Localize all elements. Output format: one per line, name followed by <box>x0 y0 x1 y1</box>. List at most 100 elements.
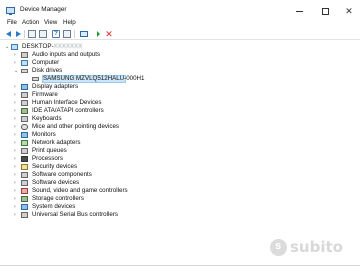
expand-icon[interactable]: › <box>14 131 19 139</box>
ide-controller-icon <box>21 108 28 114</box>
tree-item-network[interactable]: › Network adapters <box>0 139 200 147</box>
maximize-button[interactable] <box>316 4 334 18</box>
storage-controller-icon <box>21 196 28 202</box>
expand-icon[interactable]: › <box>14 155 19 163</box>
processor-icon <box>21 156 28 162</box>
enable-device-icon[interactable] <box>97 31 100 37</box>
expand-icon[interactable]: › <box>14 107 19 115</box>
expand-icon[interactable]: › <box>14 171 19 179</box>
mouse-icon <box>21 124 28 130</box>
tree-root-label: DESKTOP-XXXXXXX <box>22 43 83 50</box>
tree-item-disk-drives[interactable]: ⌄ Disk drives <box>0 67 200 75</box>
menu-file[interactable]: File <box>7 19 17 26</box>
expand-icon[interactable]: › <box>14 179 19 187</box>
tree-item-processors[interactable]: › Processors <box>0 155 200 163</box>
view-resources-icon[interactable] <box>63 30 71 38</box>
sound-icon <box>21 188 28 194</box>
tree-item-label: Monitors <box>32 131 56 138</box>
menu-view[interactable]: View <box>44 19 57 26</box>
tree-item-software-devices[interactable]: › Software devices <box>0 179 200 187</box>
forward-arrow-icon[interactable] <box>14 30 22 38</box>
tree-item-label: Software devices <box>32 179 80 186</box>
expand-icon[interactable]: › <box>14 211 19 219</box>
tree-item-label: Processors <box>32 155 63 162</box>
subito-watermark: subito <box>270 236 360 260</box>
expand-icon[interactable]: › <box>14 83 19 91</box>
expand-icon[interactable]: › <box>14 195 19 203</box>
tree-item-usb[interactable]: › Universal Serial Bus controllers <box>0 211 200 219</box>
minimize-button[interactable] <box>290 4 308 18</box>
monitor-icon[interactable] <box>80 31 88 37</box>
tree-item-label: Display adapters <box>32 83 79 90</box>
close-button[interactable]: ✕ <box>340 4 358 18</box>
collapse-icon[interactable]: ⌄ <box>14 67 19 75</box>
menu-help[interactable]: Help <box>63 19 76 26</box>
expand-icon[interactable]: › <box>14 115 19 123</box>
tree-item-display-adapters[interactable]: › Display adapters <box>0 83 200 91</box>
tree-item-label: Firmware <box>32 91 58 98</box>
tree-item-storage[interactable]: › Storage controllers <box>0 195 200 203</box>
disk-drive-icon <box>21 69 28 73</box>
subito-logo-icon <box>270 239 287 256</box>
tree-item-label: IDE ATA/ATAPI controllers <box>32 107 104 114</box>
menu-action[interactable]: Action <box>22 19 39 26</box>
expand-icon[interactable]: › <box>14 187 19 195</box>
menu-bar: File Action View Help <box>0 18 360 28</box>
tree-item-label: Mice and other pointing devices <box>32 123 120 130</box>
expand-icon[interactable]: › <box>14 91 19 99</box>
tree-item-system-devices[interactable]: › System devices <box>0 203 200 211</box>
tree-root[interactable]: ⌄ DESKTOP-XXXXXXX <box>0 43 200 51</box>
tree-item-software-components[interactable]: › Software components <box>0 171 200 179</box>
tree-item-audio[interactable]: › Audio inputs and outputs <box>0 51 200 59</box>
network-adapter-icon <box>21 140 28 146</box>
expand-icon[interactable]: › <box>14 99 19 107</box>
tree-item-label: System devices <box>32 203 76 210</box>
view-icon[interactable] <box>39 30 47 38</box>
software-device-icon <box>21 180 28 186</box>
hid-icon <box>21 100 28 106</box>
system-device-icon <box>21 204 28 210</box>
tree-item-monitors[interactable]: › Monitors <box>0 131 200 139</box>
tree-item-label: Sound, video and game controllers <box>32 187 128 194</box>
software-component-icon <box>21 172 28 178</box>
toolbar: ? ✕ <box>0 28 360 40</box>
tree-item-label: Human Interface Devices <box>32 99 102 106</box>
expand-icon[interactable]: › <box>14 163 19 171</box>
speaker-icon <box>21 52 28 58</box>
back-arrow-icon[interactable] <box>5 30 13 38</box>
tree-item-sound[interactable]: › Sound, video and game controllers <box>0 187 200 195</box>
tree-item-disk-child[interactable]: SAMSUNG MZVLQ512HALU-000H1 <box>0 75 200 83</box>
computer-icon <box>21 60 28 66</box>
device-tree: ⌄ DESKTOP-XXXXXXX › Audio inputs and out… <box>0 40 360 224</box>
tree-item-label: Computer <box>32 59 60 66</box>
tree-item-computer[interactable]: › Computer <box>0 59 200 67</box>
expand-icon[interactable]: › <box>14 51 19 59</box>
disk-drive-icon <box>32 77 39 81</box>
collapse-icon[interactable]: ⌄ <box>5 43 10 51</box>
expand-icon[interactable]: › <box>14 147 19 155</box>
help-icon[interactable]: ? <box>52 30 60 38</box>
tree-item-hid[interactable]: › Human Interface Devices <box>0 99 200 107</box>
computer-icon <box>11 44 18 50</box>
tree-item-ide[interactable]: › IDE ATA/ATAPI controllers <box>0 107 200 115</box>
toolbar-separator <box>24 30 25 38</box>
window-title: Device Manager <box>20 6 67 13</box>
properties-icon[interactable] <box>28 30 36 38</box>
tree-item-security[interactable]: › Security devices <box>0 163 200 171</box>
tree-item-keyboards[interactable]: › Keyboards <box>0 115 200 123</box>
tree-item-label: Print queues <box>32 147 67 154</box>
tree-item-label: Disk drives <box>32 67 63 74</box>
keyboard-icon <box>21 116 28 122</box>
expand-icon[interactable]: › <box>14 139 19 147</box>
expand-icon[interactable]: › <box>14 59 19 67</box>
watermark-text: subito <box>290 238 343 256</box>
expand-icon[interactable]: › <box>14 203 19 211</box>
tree-item-mice[interactable]: › Mice and other pointing devices <box>0 123 200 131</box>
tree-item-firmware[interactable]: › Firmware <box>0 91 200 99</box>
tree-item-print-queues[interactable]: › Print queues <box>0 147 200 155</box>
uninstall-icon[interactable]: ✕ <box>105 30 113 39</box>
expand-icon[interactable]: › <box>14 123 19 131</box>
device-manager-icon <box>6 7 15 15</box>
tree-item-label: SAMSUNG MZVLQ512HALU-000H1 <box>43 75 145 82</box>
security-device-icon <box>21 164 28 170</box>
